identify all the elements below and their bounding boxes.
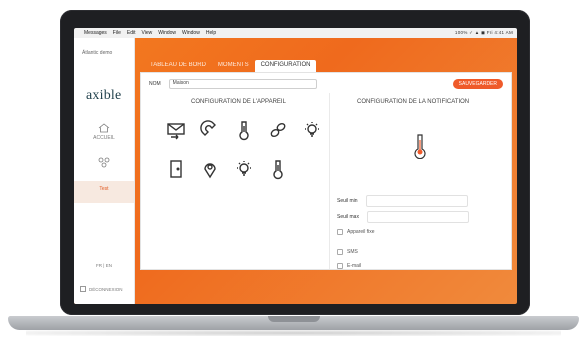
seuil-max-input[interactable]: [366, 211, 469, 223]
menubar-app-name[interactable]: Messages: [84, 30, 107, 36]
option-email[interactable]: E-mail: [337, 263, 361, 269]
menubar-item[interactable]: Window: [158, 30, 176, 36]
magnet-icon[interactable]: [197, 117, 223, 143]
notification-config-title: CONFIGURATION DE LA NOTIFICATION: [357, 99, 470, 105]
sidebar-item-network[interactable]: [74, 156, 134, 170]
save-button[interactable]: SAUVEGARDER: [452, 79, 503, 89]
seuil-max-row: Seuil max: [337, 211, 469, 223]
sidebar-item-test[interactable]: Test: [74, 181, 134, 203]
tab-moments[interactable]: MOMENTS: [212, 60, 255, 72]
option-sms[interactable]: SMS: [337, 249, 358, 255]
laptop-notch: [268, 316, 320, 322]
thermometer-icon[interactable]: [231, 117, 257, 143]
mac-menubar: Messages File Edit View Window Window He…: [74, 28, 517, 38]
checkbox[interactable]: [337, 263, 343, 269]
sidebar: Átlantic demo axible ACCUEIL Test FR | E…: [74, 38, 135, 304]
sidebar-item-label: ACCUEIL: [93, 135, 115, 141]
sidebar-item-accueil[interactable]: ACCUEIL: [74, 123, 134, 141]
menubar-item[interactable]: File: [113, 30, 121, 36]
menubar-item[interactable]: Help: [206, 30, 216, 36]
menubar-status: 100% ✓ ▲ ◼ Fri 4:41 AM: [454, 30, 513, 35]
seuil-min-input[interactable]: [365, 195, 468, 207]
configuration-panel: NOM Maison SAUVEGARDER CONFIGURATION DE …: [140, 72, 512, 270]
option-label: Appareil fixe: [347, 229, 375, 235]
nom-row: NOM Maison: [149, 79, 317, 89]
bulb-icon[interactable]: [231, 156, 257, 182]
option-label: SMS: [347, 249, 358, 255]
seuil-min-label: Seuil min: [337, 198, 358, 204]
app-logo: axible: [86, 88, 122, 103]
mail-icon[interactable]: [163, 117, 189, 143]
menubar-item[interactable]: View: [141, 30, 152, 36]
seuil-max-label: Seuil max: [337, 214, 359, 220]
laptop-shadow: [26, 330, 561, 336]
checkbox[interactable]: [337, 249, 343, 255]
selected-thermometer-icon: [411, 133, 429, 164]
network-icon: [98, 157, 110, 168]
logout-button[interactable]: DÉCONNEXION: [80, 286, 123, 292]
brand-small: Átlantic demo: [82, 50, 113, 56]
logout-label: DÉCONNEXION: [89, 286, 123, 292]
tabs: TABLEAU DE BORD MOMENTS CONFIGURATION: [144, 60, 317, 72]
nom-input[interactable]: Maison: [168, 79, 317, 89]
option-label: E-mail: [347, 263, 362, 269]
link-icon[interactable]: [265, 117, 291, 143]
door-icon[interactable]: [163, 156, 189, 182]
location-icon[interactable]: [197, 156, 223, 182]
menubar-item[interactable]: Window: [182, 30, 200, 36]
sidebar-item-label: Test: [99, 186, 109, 192]
seuil-min-row: Seuil min: [337, 195, 468, 207]
bulb-icon[interactable]: [299, 117, 325, 143]
menubar-item[interactable]: Edit: [127, 30, 136, 36]
device-icon-grid: [163, 117, 333, 187]
tab-tableau-de-bord[interactable]: TABLEAU DE BORD: [144, 60, 212, 72]
tab-configuration[interactable]: CONFIGURATION: [254, 60, 317, 72]
home-icon: [98, 123, 110, 133]
option-appareil-fixe[interactable]: Appareil fixe: [337, 229, 375, 235]
app-window: Átlantic demo axible ACCUEIL Test FR | E…: [74, 38, 517, 304]
language-switch[interactable]: FR | EN: [74, 263, 134, 268]
screen: Messages File Edit View Window Window He…: [74, 28, 517, 304]
checkbox[interactable]: [337, 229, 343, 235]
logout-icon: [80, 286, 86, 292]
thermometer-icon[interactable]: [265, 156, 291, 182]
nom-label: NOM: [149, 81, 161, 87]
device-config-title: CONFIGURATION DE L'APPAREIL: [191, 99, 286, 105]
